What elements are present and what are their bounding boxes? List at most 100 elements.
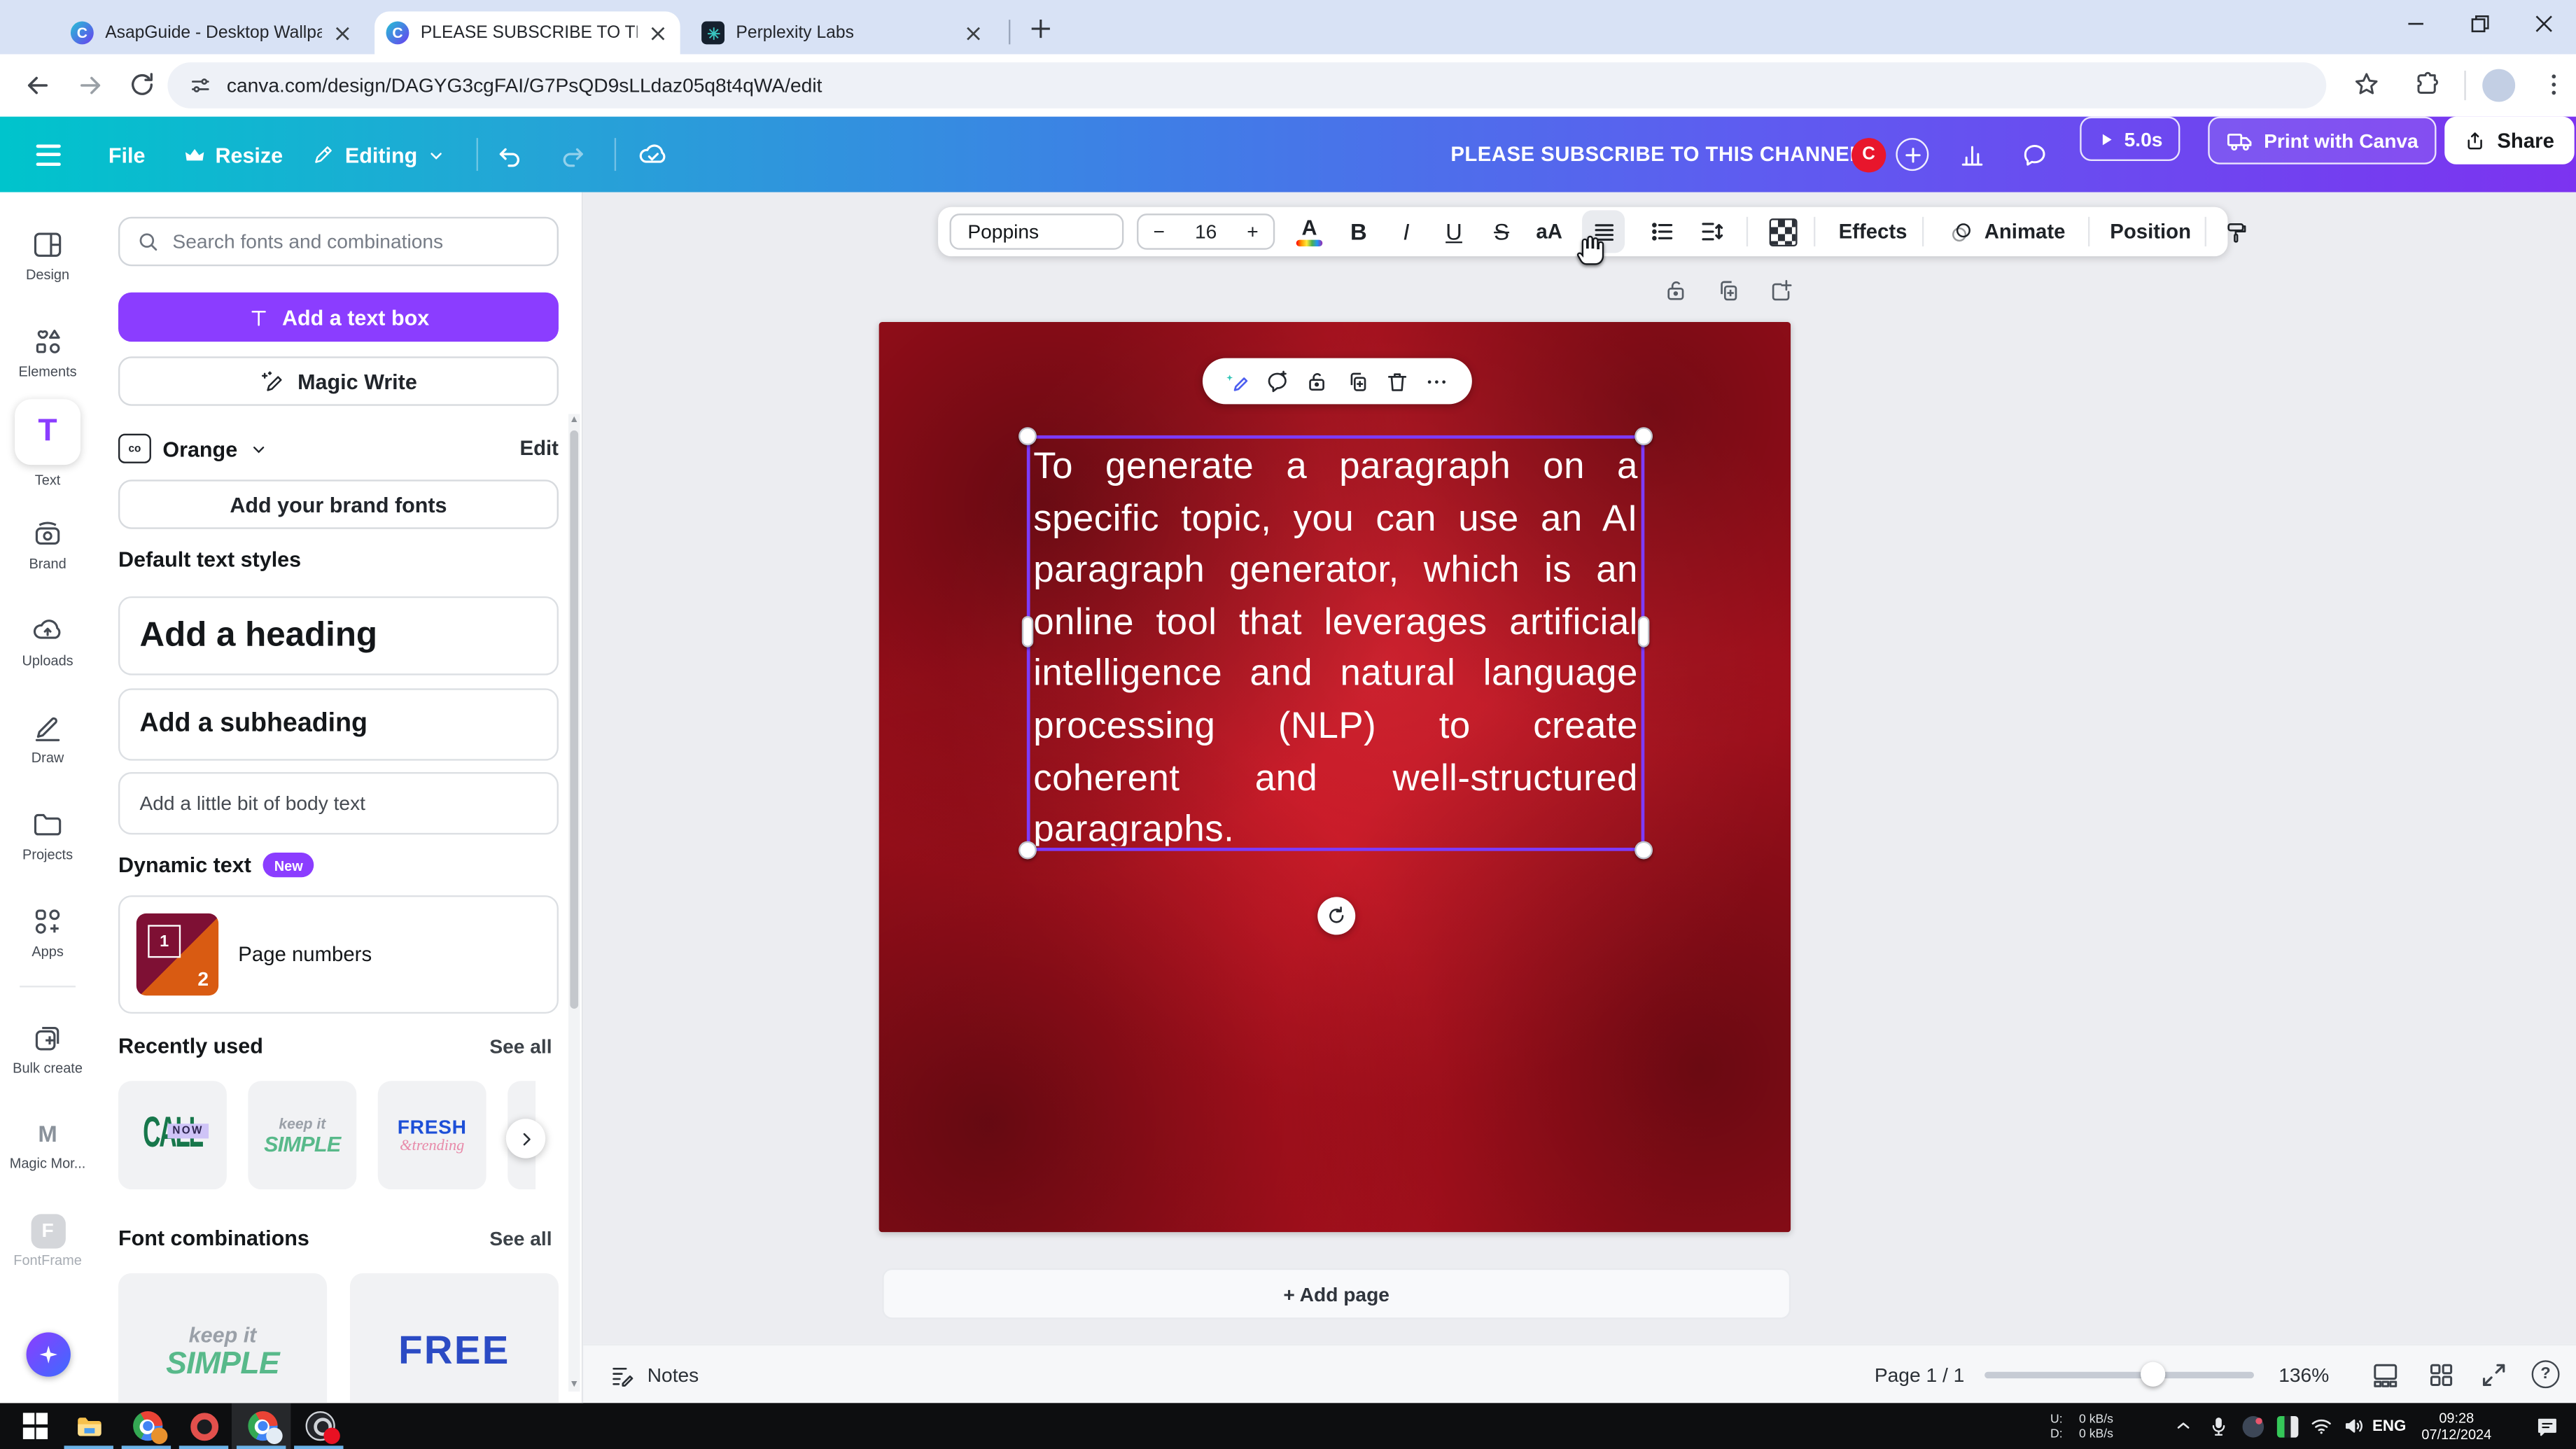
scroll-up-arrow[interactable]: ▲ [568,416,580,426]
font-size-increase[interactable]: + [1247,220,1258,243]
resize-button[interactable]: Resize [184,117,283,192]
sidebar-item-draw[interactable]: Draw [0,710,95,766]
add-body-text-card[interactable]: Add a little bit of body text [118,772,559,834]
design-page[interactable]: To generate a paragraph on a specific to… [879,322,1791,1232]
strikethrough-button[interactable]: S [1480,207,1523,256]
recorder-app-icon[interactable] [188,1408,222,1443]
extensions-icon[interactable] [2415,71,2444,100]
sidebar-item-bulk-create[interactable]: Bulk create [0,1020,95,1076]
network-speed-widget[interactable]: U:0 kB/s D:0 kB/s [2050,1403,2113,1449]
magic-edit-icon[interactable] [1225,369,1250,393]
sidebar-item-magic-morph[interactable]: M Magic Mor... [0,1116,95,1172]
tray-expand-icon[interactable] [2165,1408,2199,1443]
zoom-percentage[interactable]: 136% [2278,1345,2329,1404]
recent-style-call-now[interactable]: CALL NOW [118,1081,227,1189]
effects-button[interactable]: Effects [1830,207,1915,256]
action-center-icon[interactable] [2530,1408,2564,1443]
presentation-view-icon[interactable] [2371,1360,2400,1390]
close-icon[interactable] [2535,15,2553,33]
undo-button[interactable] [496,117,524,192]
lock-page-icon[interactable] [1662,278,1689,304]
bookmark-star-icon[interactable] [2353,71,2382,100]
recent-style-fresh-trending[interactable]: FRESH &trending [378,1081,486,1189]
address-bar[interactable]: canva.com/design/DAGYG3cgFAI/G7PsQD9sLLd… [167,62,2326,108]
more-options-icon[interactable] [1424,369,1449,393]
tab-close-icon[interactable] [645,22,668,45]
gpu-tray-icon[interactable] [2270,1408,2304,1443]
spacing-button[interactable] [1690,207,1733,256]
brand-kit-selector[interactable]: co Orange Edit [118,429,559,468]
url-text[interactable]: canva.com/design/DAGYG3cgFAI/G7PsQD9sLLd… [227,74,822,97]
chrome-profile2-icon[interactable] [245,1408,279,1443]
sidebar-item-apps[interactable]: Apps [0,904,95,960]
sidebar-item-fontframe[interactable]: F FontFrame [0,1212,95,1268]
share-button[interactable]: Share [2444,117,2574,164]
obs-studio-icon[interactable] [302,1408,337,1443]
sidebar-item-uploads[interactable]: Uploads [0,612,95,668]
rotate-handle[interactable] [1317,897,1355,934]
tab-canva-design[interactable]: C PLEASE SUBSCRIBE TO THIS CH [374,11,680,54]
add-text-box-button[interactable]: Add a text box [118,293,559,342]
resize-handle-ne[interactable] [1634,427,1653,445]
page-numbers-card[interactable]: 1 2 Page numbers [118,895,559,1014]
tab-close-icon[interactable] [961,22,984,45]
recording-status-icon[interactable] [2236,1408,2270,1443]
font-search[interactable] [118,217,559,266]
reload-icon[interactable] [128,71,158,100]
browser-menu-icon[interactable] [2540,71,2569,100]
recent-style-keep-it-simple[interactable]: keep it SIMPLE [248,1081,356,1189]
search-input[interactable] [172,230,540,253]
minimize-icon[interactable] [2407,15,2425,33]
help-button[interactable]: ? [2532,1360,2560,1388]
duplicate-icon[interactable] [1345,369,1369,393]
zoom-slider-thumb[interactable] [2141,1362,2165,1387]
tab-close-icon[interactable] [330,22,354,45]
underline-button[interactable]: U [1433,207,1476,256]
add-member-button[interactable] [1896,117,1928,192]
lock-icon[interactable] [1305,369,1329,393]
paragraph-text[interactable]: To generate a paragraph on a specific to… [1033,440,1638,846]
redo-button[interactable] [559,117,587,192]
bold-button[interactable]: B [1337,207,1380,256]
sidebar-item-design[interactable]: Design [0,227,95,283]
chrome-profile1-icon[interactable] [130,1408,164,1443]
resize-handle-nw[interactable] [1018,427,1037,445]
selected-text-box[interactable]: To generate a paragraph on a specific to… [1027,435,1644,851]
present-duration-button[interactable]: 5.0s [2080,117,2180,161]
back-icon[interactable] [23,71,52,100]
resize-handle-sw[interactable] [1018,841,1037,860]
add-heading-card[interactable]: Add a heading [118,596,559,676]
comments-icon[interactable] [2021,117,2049,192]
scroll-right-button[interactable] [506,1119,545,1158]
site-settings-icon[interactable] [189,74,212,97]
tab-perplexity[interactable]: Perplexity Labs [690,11,996,54]
panel-scrollbar[interactable]: ▲ ▼ [568,414,580,1391]
add-subheading-card[interactable]: Add a subheading [118,688,559,760]
microphone-tray-icon[interactable] [2202,1408,2236,1443]
combo-keep-it-simple[interactable]: keep it SIMPLE [118,1273,327,1403]
grid-view-icon[interactable] [2426,1360,2456,1390]
scrollbar-thumb[interactable] [570,430,578,1009]
clock-widget[interactable]: 09:28 07/12/2024 [2421,1403,2491,1449]
file-explorer-icon[interactable] [72,1408,106,1443]
sidebar-item-brand[interactable]: Brand [0,516,95,572]
file-menu[interactable]: File [108,117,146,192]
zoom-slider-track[interactable] [1984,1372,2254,1378]
see-all-recent-link[interactable]: See all [489,1035,552,1058]
sidebar-item-text[interactable]: T Text [0,399,95,488]
position-button[interactable]: Position [2103,207,2198,256]
resize-handle-w[interactable] [1022,616,1033,648]
profile-avatar[interactable] [2482,69,2515,102]
transparency-button[interactable] [1761,207,1804,256]
resize-handle-e[interactable] [1638,616,1649,648]
add-page-button[interactable]: + Add page [882,1268,1791,1320]
list-button[interactable] [1642,207,1684,256]
insights-icon[interactable] [1959,117,1987,192]
font-family-selector[interactable]: Poppins [950,214,1124,250]
sidebar-item-elements[interactable]: Elements [0,323,95,379]
editing-mode-dropdown[interactable]: Editing [312,117,445,192]
language-indicator[interactable]: ENG [2372,1403,2406,1449]
canva-assistant-button[interactable] [27,1332,71,1376]
copy-style-button[interactable] [2216,207,2255,256]
sidebar-item-projects[interactable]: Projects [0,806,95,862]
